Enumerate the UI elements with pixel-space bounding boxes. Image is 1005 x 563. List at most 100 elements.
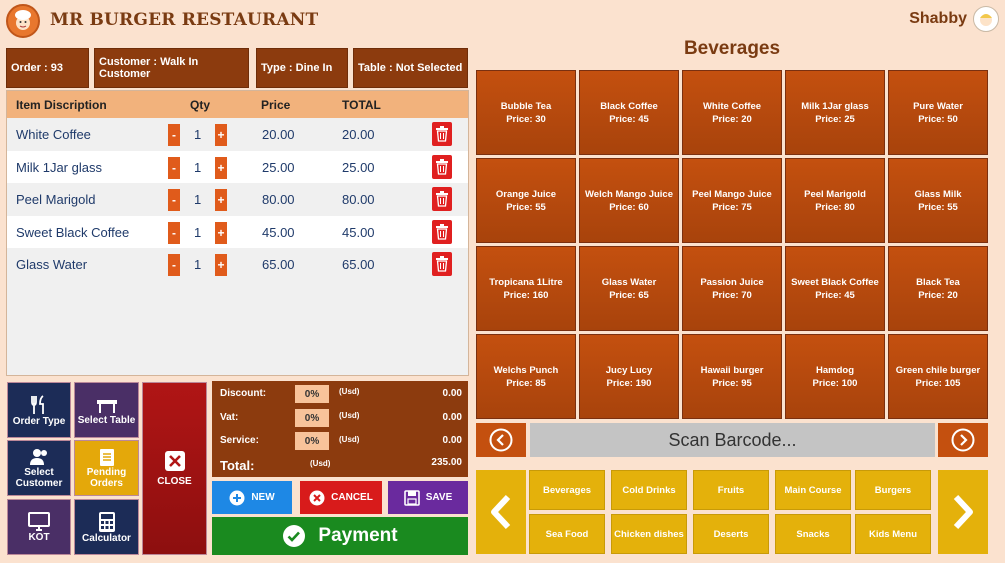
category-button[interactable]: Beverages bbox=[529, 470, 605, 510]
close-button[interactable]: CLOSE bbox=[142, 382, 207, 555]
delete-item-button[interactable] bbox=[432, 154, 452, 179]
product-tile[interactable]: Hamdog Price: 100 bbox=[785, 334, 885, 419]
categories-prev-button[interactable] bbox=[476, 470, 526, 554]
category-button[interactable]: Burgers bbox=[855, 470, 931, 510]
new-button[interactable]: NEW bbox=[212, 481, 292, 514]
qty-increase-button[interactable]: + bbox=[215, 254, 227, 276]
product-tile[interactable]: Black Coffee Price: 45 bbox=[579, 70, 679, 155]
product-tile[interactable]: White Coffee Price: 20 bbox=[682, 70, 782, 155]
product-tile[interactable]: Black Tea Price: 20 bbox=[888, 246, 988, 331]
product-tile[interactable]: Welchs Punch Price: 85 bbox=[476, 334, 576, 419]
service-percent-input[interactable]: 0% bbox=[295, 432, 329, 450]
discount-percent-input[interactable]: 0% bbox=[295, 385, 329, 403]
product-price: Price: 55 bbox=[918, 201, 958, 213]
product-tile[interactable]: Peel Mango Juice Price: 75 bbox=[682, 158, 782, 243]
product-tile[interactable]: Glass Water Price: 65 bbox=[579, 246, 679, 331]
payment-button[interactable]: Payment bbox=[212, 517, 468, 555]
category-button[interactable]: Deserts bbox=[693, 514, 769, 554]
scan-prev-button[interactable] bbox=[476, 423, 526, 457]
cart-row: Milk 1Jar glass -1 +25.00 25.00 bbox=[7, 150, 468, 183]
vat-label: Vat: bbox=[220, 412, 239, 423]
product-tile[interactable]: Green chile burger Price: 105 bbox=[888, 334, 988, 419]
delete-item-button[interactable] bbox=[432, 187, 452, 211]
trash-icon bbox=[436, 126, 448, 142]
vat-percent-input[interactable]: 0% bbox=[295, 409, 329, 427]
product-tile[interactable]: Orange Juice Price: 55 bbox=[476, 158, 576, 243]
product-price: Price: 25 bbox=[815, 113, 855, 125]
order-type-button[interactable]: Order Type bbox=[7, 382, 71, 438]
product-tile[interactable]: Milk 1Jar glass Price: 25 bbox=[785, 70, 885, 155]
qty-decrease-button[interactable]: - bbox=[168, 221, 180, 244]
cart-table-header: Item Discription Qty Price TOTAL bbox=[7, 91, 468, 118]
select-customer-button[interactable]: Select Customer bbox=[7, 440, 71, 496]
pending-orders-button[interactable]: Pending Orders bbox=[74, 440, 139, 496]
col-item-header: Item Discription bbox=[16, 97, 107, 112]
app-title: MR BURGER RESTAURANT bbox=[50, 10, 319, 30]
select-table-button[interactable]: Select Table bbox=[74, 382, 139, 438]
product-tile[interactable]: Glass Milk Price: 55 bbox=[888, 158, 988, 243]
product-tile[interactable]: Passion Juice Price: 70 bbox=[682, 246, 782, 331]
table-info[interactable]: Table : Not Selected bbox=[353, 48, 468, 88]
user-name[interactable]: Shabby bbox=[909, 10, 967, 28]
cart-item-total: 80.00 bbox=[342, 192, 375, 207]
product-price: Price: 75 bbox=[712, 201, 752, 213]
save-label: SAVE bbox=[425, 492, 453, 503]
calculator-button[interactable]: Calculator bbox=[74, 499, 139, 555]
delete-item-button[interactable] bbox=[432, 122, 452, 146]
product-tile[interactable]: Bubble Tea Price: 30 bbox=[476, 70, 576, 155]
monitor-icon bbox=[28, 511, 50, 531]
category-button[interactable]: Sea Food bbox=[529, 514, 605, 554]
user-avatar[interactable] bbox=[973, 6, 999, 32]
cart-item-name: Sweet Black Coffee bbox=[16, 224, 130, 240]
category-title: Beverages bbox=[683, 38, 781, 59]
qty-decrease-button[interactable]: - bbox=[168, 124, 180, 146]
product-tile[interactable]: Jucy Lucy Price: 190 bbox=[579, 334, 679, 419]
discount-label: Discount: bbox=[220, 388, 267, 399]
order-type-info[interactable]: Type : Dine In bbox=[256, 48, 348, 88]
customer-info[interactable]: Customer : Walk In Customer bbox=[94, 48, 249, 88]
category-button[interactable]: Kids Menu bbox=[855, 514, 931, 554]
product-tile[interactable]: Tropicana 1Litre Price: 160 bbox=[476, 246, 576, 331]
categories-next-button[interactable] bbox=[938, 470, 988, 554]
cart-row: White Coffee -1 +20.00 20.00 bbox=[7, 118, 468, 151]
scan-next-button[interactable] bbox=[938, 423, 988, 457]
barcode-scan-input[interactable]: Scan Barcode... bbox=[530, 423, 935, 457]
save-button[interactable]: SAVE bbox=[388, 481, 468, 514]
qty-decrease-button[interactable]: - bbox=[168, 156, 180, 179]
qty-decrease-button[interactable]: - bbox=[168, 254, 180, 276]
discount-currency: (Usd) bbox=[339, 387, 360, 396]
trash-icon bbox=[436, 223, 448, 240]
product-tile[interactable]: Peel Marigold Price: 80 bbox=[785, 158, 885, 243]
qty-increase-button[interactable]: + bbox=[215, 124, 227, 146]
product-price: Price: 45 bbox=[815, 289, 855, 301]
category-button[interactable]: Cold Drinks bbox=[611, 470, 687, 510]
category-button[interactable]: Chicken dishes bbox=[611, 514, 687, 554]
product-name: Hawaii burger bbox=[700, 364, 764, 376]
users-icon bbox=[30, 449, 47, 465]
category-button[interactable]: Fruits bbox=[693, 470, 769, 510]
qty-increase-button[interactable]: + bbox=[215, 221, 227, 244]
cancel-button[interactable]: CANCEL bbox=[300, 481, 382, 514]
delete-item-button[interactable] bbox=[432, 219, 452, 244]
order-type-label: Order Type bbox=[12, 415, 66, 427]
product-price: Price: 100 bbox=[812, 377, 858, 389]
product-tile[interactable]: Hawaii burger Price: 95 bbox=[682, 334, 782, 419]
cart-row: Glass Water -1 +65.00 65.00 bbox=[7, 248, 468, 281]
category-button[interactable]: Main Course bbox=[775, 470, 851, 510]
cart-item-total: 25.00 bbox=[342, 159, 375, 175]
trash-icon bbox=[436, 191, 448, 207]
product-name: Glass Milk bbox=[914, 188, 962, 200]
product-tile[interactable]: Welch Mango Juice Price: 60 bbox=[579, 158, 679, 243]
category-button[interactable]: Snacks bbox=[775, 514, 851, 554]
product-tile[interactable]: Pure Water Price: 50 bbox=[888, 70, 988, 155]
product-name: Passion Juice bbox=[700, 276, 764, 288]
select-table-label: Select Table bbox=[77, 414, 136, 426]
qty-increase-button[interactable]: + bbox=[215, 156, 227, 179]
qty-decrease-button[interactable]: - bbox=[168, 189, 180, 211]
delete-item-button[interactable] bbox=[432, 252, 452, 276]
qty-increase-button[interactable]: + bbox=[215, 189, 227, 211]
plus-circle-icon bbox=[229, 490, 245, 505]
kot-button[interactable]: KOT bbox=[7, 499, 71, 555]
product-tile[interactable]: Sweet Black Coffee Price: 45 bbox=[785, 246, 885, 331]
vat-value: 0.00 bbox=[442, 412, 462, 423]
